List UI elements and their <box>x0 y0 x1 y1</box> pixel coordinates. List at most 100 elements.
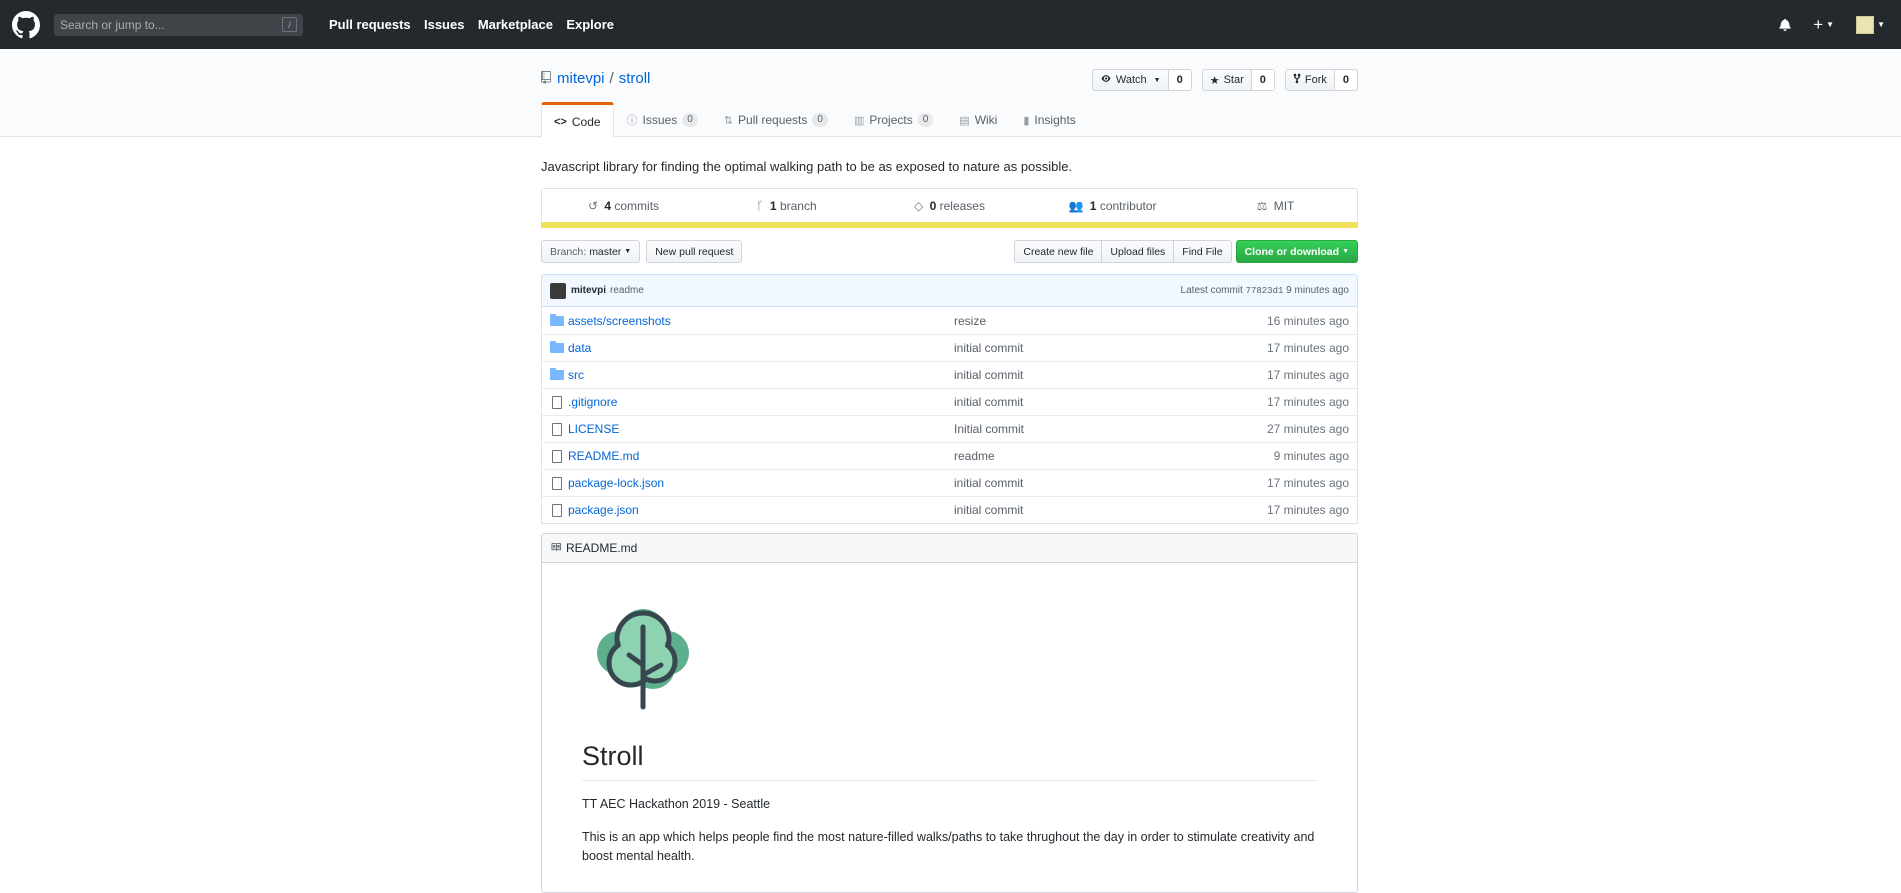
commit-sha-link[interactable]: 77823d1 <box>1246 286 1284 296</box>
top-nav: Pull requests Issues Marketplace Explore <box>329 17 624 32</box>
commits-label: commits <box>614 198 660 213</box>
fork-label: Fork <box>1304 74 1327 86</box>
star-button[interactable]: ★ Star <box>1201 69 1252 91</box>
branch-count: 1 <box>769 198 777 213</box>
caret-down-icon: ▼ <box>1153 76 1161 84</box>
tab-label: Pull requests <box>738 113 808 127</box>
commit-message[interactable]: readme <box>954 449 1274 463</box>
branch-prefix: Branch: <box>550 245 587 258</box>
fork-button[interactable]: Fork <box>1284 69 1335 91</box>
watch-button[interactable]: Watch ▼ <box>1091 69 1169 91</box>
commit-message[interactable]: initial commit <box>954 341 1267 355</box>
file-icon <box>550 422 566 436</box>
book-icon <box>550 541 562 555</box>
user-menu[interactable]: ▼ <box>1856 15 1885 34</box>
file-link[interactable]: package-lock.json <box>568 476 664 490</box>
fork-icon <box>1293 73 1301 87</box>
star-count[interactable]: 0 <box>1251 69 1275 91</box>
commits-count: 4 <box>604 198 612 213</box>
clone-download-button[interactable]: Clone or download ▼ <box>1235 240 1358 263</box>
commit-message-link[interactable]: readme <box>610 285 644 296</box>
releases-link[interactable]: ◇ 0 releases <box>868 199 1031 213</box>
commit-message[interactable]: resize <box>954 314 1267 328</box>
avatar[interactable] <box>550 282 566 299</box>
tab-pull-requests[interactable]: ⇅ Pull requests 0 <box>711 102 841 137</box>
file-link[interactable]: README.md <box>568 449 639 463</box>
law-icon: ⚖ <box>1256 198 1268 213</box>
file-link[interactable]: package.json <box>568 503 639 517</box>
clone-label: Clone or download <box>1244 245 1340 258</box>
file-name: package-lock.json <box>568 476 954 490</box>
nav-marketplace[interactable]: Marketplace <box>478 17 553 32</box>
tab-label: Code <box>571 114 601 129</box>
create-new-menu[interactable]: + ▼ <box>1813 15 1834 35</box>
file-icon <box>550 476 566 490</box>
commit-message[interactable]: initial commit <box>954 503 1267 517</box>
git-pull-request-icon: ⇅ <box>723 114 734 127</box>
dir-prefix-link[interactable]: assets/ <box>568 314 606 328</box>
git-branch-icon: ᚴ <box>756 198 764 213</box>
table-row: assets/screenshots resize 16 minutes ago <box>542 307 1357 334</box>
file-link[interactable]: src <box>568 368 584 382</box>
star-group: ★ Star 0 <box>1201 69 1275 91</box>
commit-message[interactable]: initial commit <box>954 395 1267 409</box>
commits-link[interactable]: ↺ 4 commits <box>542 199 705 213</box>
readme-header: README.md <box>542 534 1357 563</box>
file-link[interactable]: .gitignore <box>568 395 617 409</box>
new-pull-request-button[interactable]: New pull request <box>646 240 743 263</box>
commit-message[interactable]: initial commit <box>954 368 1267 382</box>
caret-down-icon: ▼ <box>1877 20 1885 29</box>
commit-age: 9 minutes ago <box>1286 285 1349 296</box>
folder-icon <box>550 368 566 380</box>
commit-age: 17 minutes ago <box>1266 476 1349 490</box>
file-name: data <box>568 341 954 355</box>
github-logo-icon[interactable] <box>12 10 40 39</box>
file-link[interactable]: LICENSE <box>568 422 619 436</box>
branches-link[interactable]: ᚴ 1 branch <box>705 199 868 213</box>
table-row: data initial commit 17 minutes ago <box>542 334 1357 361</box>
star-icon: ★ <box>1209 74 1220 87</box>
tab-insights[interactable]: ▮ Insights <box>1010 102 1088 137</box>
tab-code[interactable]: <> Code <box>541 102 614 138</box>
file-link[interactable]: screenshots <box>606 314 671 328</box>
commit-author-link[interactable]: mitevpi <box>571 285 606 296</box>
contributors-link[interactable]: 👥 1 contributor <box>1031 199 1194 213</box>
tab-projects[interactable]: ▥ Projects 0 <box>841 102 946 137</box>
language-bar[interactable] <box>541 222 1358 228</box>
license-link[interactable]: ⚖ MIT <box>1194 199 1357 213</box>
repo-owner-link[interactable]: mitevpi <box>557 70 605 87</box>
folder-icon <box>550 341 566 353</box>
repo-header: mitevpi / stroll Watch ▼ 0 ★ Star 0 Fork… <box>0 49 1901 138</box>
commit-message[interactable]: initial commit <box>954 476 1267 490</box>
upload-files-button[interactable]: Upload files <box>1101 240 1175 263</box>
bell-icon[interactable] <box>1779 18 1791 31</box>
search-input[interactable] <box>60 17 282 32</box>
file-name: .gitignore <box>568 395 954 409</box>
repo-name-link[interactable]: stroll <box>619 70 651 87</box>
search-box[interactable]: / <box>54 13 303 36</box>
file-link[interactable]: data <box>568 341 591 355</box>
avatar <box>1856 15 1875 34</box>
commit-age: 16 minutes ago <box>1266 313 1349 328</box>
branch-select-button[interactable]: Branch: master ▼ <box>541 240 641 263</box>
nav-pull-requests[interactable]: Pull requests <box>329 17 411 32</box>
tab-issues[interactable]: ⓘ Issues 0 <box>614 102 711 137</box>
watch-count[interactable]: 0 <box>1168 69 1192 91</box>
file-name: README.md <box>568 449 954 463</box>
nav-explore[interactable]: Explore <box>566 17 614 32</box>
graph-icon: ▮ <box>1023 114 1030 127</box>
readme-filename: README.md <box>566 541 638 555</box>
readme-title: Stroll <box>582 741 1317 781</box>
nav-issues[interactable]: Issues <box>424 17 464 32</box>
fork-count[interactable]: 0 <box>1334 69 1358 91</box>
table-row: .gitignore initial commit 17 minutes ago <box>542 388 1357 415</box>
repo-content: Javascript library for finding the optim… <box>541 159 1358 893</box>
table-row: README.md readme 9 minutes ago <box>542 442 1357 469</box>
tab-label: Issues <box>642 113 678 127</box>
issue-opened-icon: ⓘ <box>626 115 638 127</box>
find-file-button[interactable]: Find File <box>1173 240 1232 263</box>
plus-icon: + <box>1813 14 1824 34</box>
commit-message[interactable]: Initial commit <box>954 422 1267 436</box>
create-new-file-button[interactable]: Create new file <box>1014 240 1103 263</box>
tab-wiki[interactable]: ▤ Wiki <box>946 102 1010 137</box>
